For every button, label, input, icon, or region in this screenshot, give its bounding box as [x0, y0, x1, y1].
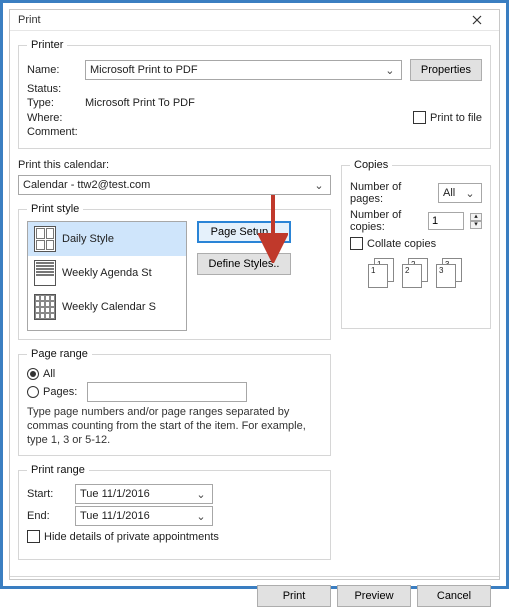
properties-button[interactable]: Properties [410, 59, 482, 81]
print-to-file-checkbox[interactable]: Print to file [413, 111, 482, 124]
style-item-label: Daily Style [62, 233, 114, 245]
num-pages-label: Number of pages: [350, 181, 432, 205]
collate-checkbox[interactable]: Collate copies [350, 237, 482, 250]
end-date-select[interactable]: Tue 11/1/2016 ⌄ [75, 506, 213, 526]
style-item-daily[interactable]: Daily Style [28, 222, 186, 256]
chevron-down-icon: ⌄ [312, 179, 326, 192]
chevron-down-icon: ⌄ [194, 488, 208, 501]
chevron-down-icon: ⌄ [194, 510, 208, 523]
copies-group: Copies Number of pages: All ⌄ Number of … [341, 159, 491, 329]
page-range-group: Page range All Pages: Type page numbers … [18, 348, 331, 456]
print-range-legend: Print range [27, 464, 89, 476]
close-button[interactable] [461, 10, 493, 30]
spin-down-icon: ▾ [470, 221, 482, 229]
all-label: All [43, 368, 55, 380]
collate-graphic: 11 22 33 [350, 258, 482, 288]
page-range-pages-radio[interactable]: Pages: [27, 382, 322, 402]
calendar-value: Calendar - ttw2@test.com [23, 179, 150, 191]
printer-legend: Printer [27, 39, 67, 51]
start-date-value: Tue 11/1/2016 [80, 488, 150, 500]
checkbox-icon [413, 111, 426, 124]
close-icon [472, 15, 482, 25]
num-copies-spinner[interactable]: ▴▾ [470, 213, 482, 229]
page-setup-button[interactable]: Page Setup... [197, 221, 291, 243]
style-item-weekly-calendar[interactable]: Weekly Calendar S [28, 290, 186, 324]
radio-icon [27, 386, 39, 398]
dialog-footer: Print Preview Cancel [10, 576, 499, 615]
num-copies-label: Number of copies: [350, 209, 422, 233]
end-label: End: [27, 510, 75, 522]
calendar-select[interactable]: Calendar - ttw2@test.com ⌄ [18, 175, 331, 195]
print-range-group: Print range Start: Tue 11/1/2016 ⌄ End: [18, 464, 331, 560]
status-label: Status: [27, 83, 85, 95]
num-pages-value: All [443, 187, 455, 199]
hide-details-label: Hide details of private appointments [44, 531, 219, 543]
printer-group: Printer Name: Microsoft Print to PDF ⌄ P… [18, 39, 491, 149]
printer-name-value: Microsoft Print to PDF [90, 64, 198, 76]
pages-input[interactable] [87, 382, 247, 402]
print-style-group: Print style Daily Style Weekly Agenda St [18, 203, 331, 340]
copies-legend: Copies [350, 159, 392, 171]
weekly-calendar-icon [34, 294, 56, 320]
print-dialog: Print Printer Name: Microsoft Print to P… [9, 9, 500, 580]
type-label: Type: [27, 97, 85, 109]
weekly-agenda-icon [34, 260, 56, 286]
print-style-legend: Print style [27, 203, 83, 215]
comment-label: Comment: [27, 126, 85, 138]
page-range-legend: Page range [27, 348, 92, 360]
start-label: Start: [27, 488, 75, 500]
define-styles-button[interactable]: Define Styles.. [197, 253, 291, 275]
print-to-file-label: Print to file [430, 112, 482, 124]
type-value: Microsoft Print To PDF [85, 97, 195, 109]
name-label: Name: [27, 64, 85, 76]
style-item-label: Weekly Agenda St [62, 267, 152, 279]
end-date-value: Tue 11/1/2016 [80, 510, 150, 522]
checkbox-icon [350, 237, 363, 250]
style-item-weekly-agenda[interactable]: Weekly Agenda St [28, 256, 186, 290]
num-pages-select[interactable]: All ⌄ [438, 183, 482, 203]
style-listbox[interactable]: Daily Style Weekly Agenda St Weekly Cale… [27, 221, 187, 331]
daily-style-icon [34, 226, 56, 252]
pages-label: Pages: [43, 386, 83, 398]
chevron-down-icon: ⌄ [383, 64, 397, 77]
where-label: Where: [27, 112, 85, 124]
printer-name-select[interactable]: Microsoft Print to PDF ⌄ [85, 60, 402, 80]
spin-up-icon: ▴ [470, 213, 482, 221]
style-item-label: Weekly Calendar S [62, 301, 156, 313]
calendar-label: Print this calendar: [18, 159, 331, 171]
checkbox-icon [27, 530, 40, 543]
titlebar: Print [10, 10, 499, 31]
collate-label: Collate copies [367, 238, 436, 250]
num-copies-input[interactable] [428, 212, 464, 230]
start-date-select[interactable]: Tue 11/1/2016 ⌄ [75, 484, 213, 504]
window-title: Print [18, 14, 41, 26]
radio-icon [27, 368, 39, 380]
page-range-hint: Type page numbers and/or page ranges sep… [27, 406, 322, 447]
page-range-all-radio[interactable]: All [27, 368, 322, 380]
chevron-down-icon: ⌄ [463, 187, 477, 200]
hide-details-checkbox[interactable]: Hide details of private appointments [27, 530, 322, 543]
